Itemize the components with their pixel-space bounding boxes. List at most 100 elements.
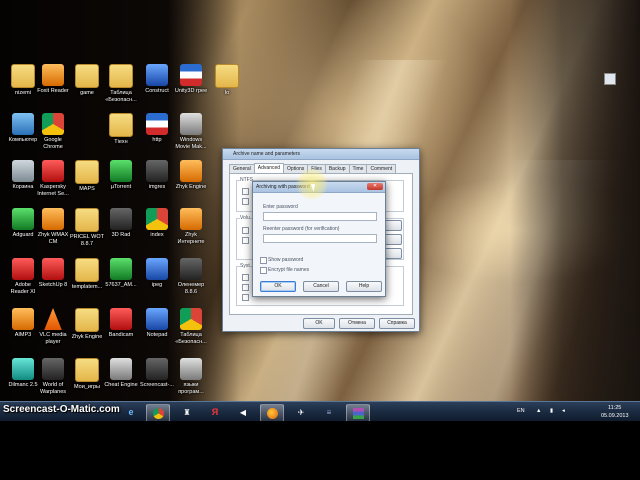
network-icon[interactable]: ▮: [550, 408, 553, 414]
desktop-icon-3drad[interactable]: 3D Rad: [102, 208, 140, 239]
ntfs-option-checkbox[interactable]: [242, 198, 249, 205]
yandex-icon[interactable]: Я: [204, 404, 226, 420]
help-button[interactable]: Справка: [379, 318, 415, 329]
ie-icon[interactable]: e: [120, 404, 142, 420]
enter-password-label: Enter password: [263, 204, 298, 210]
wot-icon[interactable]: ♜: [176, 404, 198, 420]
desktop-icon-bandicam[interactable]: Bandicam: [102, 308, 140, 339]
templates-icon: [75, 258, 99, 282]
desktop-icon-http[interactable]: http: [138, 113, 176, 144]
utorrent-icon: [110, 160, 132, 182]
tray-arrow-icon[interactable]: ▲: [536, 408, 541, 414]
archive-dialog-title: Archive name and parameters: [233, 151, 300, 157]
letterbox-bar: [0, 421, 640, 480]
desktop-icon-label: game: [80, 90, 94, 96]
desktop-icon-tablitsa[interactable]: Таблица «Безопасн...: [102, 64, 140, 103]
show-password-label: Show password: [268, 257, 304, 263]
clock-time[interactable]: 11:25: [608, 405, 621, 411]
desktop-icon-kaspersky[interactable]: Kaspersky Internet Se...: [34, 160, 72, 197]
close-icon[interactable]: ✕: [367, 183, 383, 190]
tab-advanced[interactable]: Advanced: [253, 163, 285, 173]
desktop-icon-yazyki[interactable]: языки програм...: [172, 358, 210, 395]
ntfs-option-checkbox[interactable]: [242, 188, 249, 195]
desktop-icon-label: Cheat Engine: [104, 382, 138, 388]
desktop-icon-label: Оленемер 8.8.6: [177, 282, 205, 295]
desktop-icon-maps[interactable]: MAPS: [68, 160, 106, 193]
desktop-icon-templates[interactable]: templatem...: [68, 258, 106, 291]
desktop-icon-chrome1[interactable]: Google Chrome: [34, 113, 72, 150]
desktop-icon-vlc[interactable]: VLC media player: [34, 308, 72, 345]
speaker-icon[interactable]: ◀: [232, 404, 254, 420]
desktop-icon-label: Мои_игры: [74, 384, 100, 390]
desktop-icon-pricel[interactable]: PRICEL WOT 8.8.7: [68, 208, 106, 247]
encrypt-names-checkbox[interactable]: [260, 267, 267, 274]
tiexn-icon: [109, 113, 133, 137]
desktop-icon-wowp[interactable]: World of Warplanes: [34, 358, 72, 395]
desktop-icon-screencast[interactable]: Screencast-...: [138, 358, 176, 389]
plane-icon[interactable]: ✈: [290, 404, 312, 420]
desktop-icon-ipeg[interactable]: ipeg: [138, 258, 176, 289]
volume-icon[interactable]: ◂: [562, 408, 565, 414]
reenter-password-input[interactable]: [263, 234, 377, 243]
password-cancel-button[interactable]: Cancel: [303, 281, 339, 292]
firefox-icon[interactable]: [260, 404, 284, 422]
desktop-icon-cheatengine[interactable]: Cheat Engine: [102, 358, 140, 389]
enter-password-input[interactable]: [263, 212, 377, 221]
ok-button[interactable]: OK: [303, 318, 335, 329]
desktop-icon-label: 57637_AM...: [105, 282, 137, 288]
zhykint-icon: [180, 208, 202, 230]
desktop-icon-57637[interactable]: 57637_AM...: [102, 258, 140, 289]
language-indicator[interactable]: EN: [517, 408, 525, 414]
winrar-icon[interactable]: [346, 404, 370, 422]
desktop-icon-construct[interactable]: Construct: [138, 64, 176, 95]
desktop-icon-moi_igry[interactable]: Мои_игры: [68, 358, 106, 391]
desktop-icon-label: Bandicam: [108, 332, 134, 338]
volume-group-label: Volu: [240, 215, 250, 221]
57637-icon: [110, 258, 132, 280]
desktop-icon-label: Google Chrome: [43, 137, 63, 150]
desktop-icon-moviemaker[interactable]: Windows Movie Mak...: [172, 113, 210, 150]
volume-option-checkbox[interactable]: [242, 237, 249, 244]
tablitsa2-icon: [180, 308, 202, 330]
desktop-icon-imgres[interactable]: imgres: [138, 160, 176, 191]
foxit-icon: [42, 64, 64, 86]
desktop-icon-label: MAPS: [79, 186, 95, 192]
app-icon[interactable]: ≡: [318, 404, 340, 420]
desktop-icon-sketchup[interactable]: SketchUp 8: [34, 258, 72, 289]
vlc-icon: [44, 308, 62, 330]
desktop-icon-wmax[interactable]: Zhyk WMAX CM: [34, 208, 72, 245]
3drad-icon: [110, 208, 132, 230]
volume-option-checkbox[interactable]: [242, 227, 249, 234]
desktop-icon-tiexn[interactable]: Тiexн: [102, 113, 140, 146]
desktop-icon-zhykint[interactable]: Zhyk Интернете: [172, 208, 210, 245]
desktop-icon-game[interactable]: game: [68, 64, 106, 97]
system-group-label: Syst: [240, 263, 250, 269]
zhyk2-icon: [75, 308, 99, 332]
chrome-icon[interactable]: [146, 404, 170, 422]
system-option-checkbox[interactable]: [242, 284, 249, 291]
desktop-icon-tablitsa2[interactable]: Таблица «Безопасн...: [172, 308, 210, 345]
screencast-watermark: Screencast-O-Matic.com: [3, 404, 120, 415]
desktop-icon-index[interactable]: index: [138, 208, 176, 239]
desktop-icon-olenemer[interactable]: Оленемер 8.8.6: [172, 258, 210, 295]
nizemi-icon: [11, 64, 35, 88]
desktop-icon-zhyk1[interactable]: Zhyk Engine: [172, 160, 210, 191]
desktop-icon-notepad[interactable]: Notepad: [138, 308, 176, 339]
desktop-icon-lo[interactable]: lo: [208, 64, 246, 97]
desktop-icon-label: 3D Rad: [111, 232, 131, 238]
show-password-checkbox[interactable]: [260, 257, 267, 264]
shortcut-icon[interactable]: [604, 73, 616, 85]
password-ok-button[interactable]: OK: [260, 281, 296, 292]
system-option-checkbox[interactable]: [242, 294, 249, 301]
system-option-checkbox[interactable]: [242, 274, 249, 281]
cancel-button[interactable]: Отмена: [339, 318, 375, 329]
archive-dialog-titlebar[interactable]: Archive name and parameters: [223, 149, 419, 160]
clock-date[interactable]: 05.09.2013: [601, 413, 629, 419]
desktop-icon-foxit[interactable]: Foxit Reader: [34, 64, 72, 95]
desktop-icon-zhyk2[interactable]: Zhyk Engine: [68, 308, 106, 341]
computer-icon: [12, 113, 34, 135]
password-help-button[interactable]: Help: [346, 281, 382, 292]
desktop-icon-unity[interactable]: Unity3D грее: [172, 64, 210, 95]
zhyk1-icon: [180, 160, 202, 182]
desktop-icon-utorrent[interactable]: µTorrent: [102, 160, 140, 191]
